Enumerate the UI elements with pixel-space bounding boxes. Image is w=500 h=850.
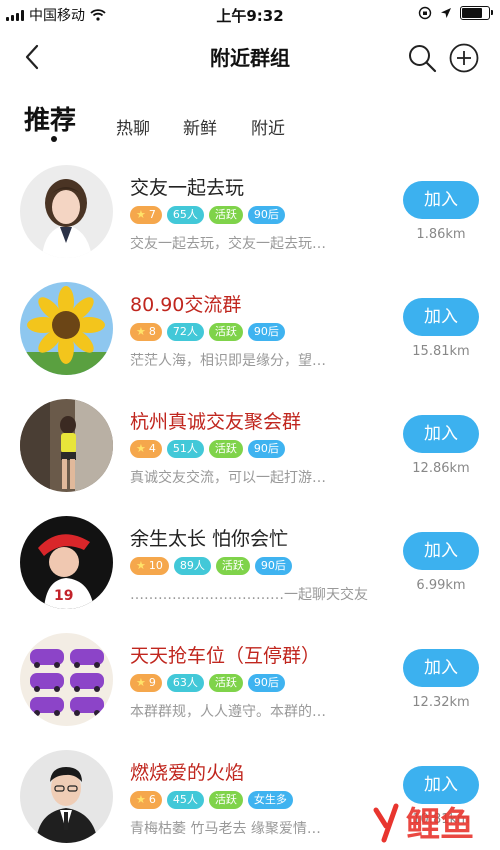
level-badge: ★ 10 [130,557,169,575]
list-item[interactable]: 19 余生太长 怕你会忙 ★ 10 89人 活跃 90后 ……………………………一… [0,506,500,623]
group-tags: ★ 6 45人 活跃 女生多 [130,791,293,809]
group-tag-badge: 90后 [247,323,285,341]
group-description: 青梅枯萎 竹马老去 缘聚爱情… [130,821,321,837]
active-tab-indicator [51,136,57,142]
group-tags: ★ 8 72人 活跃 90后 [130,323,285,341]
join-button[interactable]: 加入 [403,181,479,219]
search-icon [409,45,437,73]
member-count-badge: 89人 [173,557,211,575]
group-description: 真诚交友交流，可以一起打游… [130,470,326,486]
group-tags: ★ 10 89人 活跃 90后 [130,557,292,575]
distance-label: 6.99km [416,578,466,593]
level-value: 9 [148,676,156,689]
group-description: 交友一起去玩，交友一起去玩… [130,236,326,252]
member-count-badge: 63人 [166,674,204,692]
tab-nearby[interactable]: 附近 [251,114,285,139]
join-button[interactable]: 加入 [403,415,479,453]
watermark-logo: 鲤鱼 [368,796,500,846]
level-value: 10 [148,559,163,572]
group-name: 杭州真诚交友聚会群 [130,411,302,433]
tab-hot-chat[interactable]: 热聊 [116,114,150,139]
star-icon: ★ [136,442,146,455]
status-right [418,6,493,20]
activity-badge: 活跃 [208,674,243,692]
distance-label: 1.86km [416,227,466,242]
group-name: 80.90交流群 [130,294,242,316]
activity-badge: 活跃 [208,791,243,809]
level-badge: ★ 7 [130,206,162,224]
activity-badge: 活跃 [215,557,250,575]
level-value: 4 [148,442,156,455]
member-count-badge: 65人 [166,206,204,224]
svg-text:鲤鱼: 鲤鱼 [406,805,474,845]
status-bar: 中国移动 上午9:32 [0,0,500,28]
plus-circle-icon [449,43,479,73]
group-avatar [20,633,113,726]
nav-bar: 附近群组 [0,28,500,84]
join-button[interactable]: 加入 [403,649,479,687]
activity-badge: 活跃 [208,440,243,458]
distance-label: 12.86km [412,461,470,476]
group-tag-badge: 90后 [247,674,285,692]
tab-new[interactable]: 新鲜 [183,114,217,139]
group-tag-badge: 90后 [247,440,285,458]
group-description: 本群群规，人人遵守。本群的… [130,704,326,720]
search-button[interactable] [406,42,438,74]
star-icon: ★ [136,676,146,689]
level-value: 7 [148,208,156,221]
group-description: 茫茫人海，相识即是缘分，望… [130,353,326,369]
list-item[interactable]: 天天抢车位（互停群） ★ 9 63人 活跃 90后 本群群规，人人遵守。本群的… … [0,623,500,740]
member-count-badge: 51人 [166,440,204,458]
group-tags: ★ 7 65人 活跃 90后 [130,206,285,224]
star-icon: ★ [136,325,146,338]
group-description: ……………………………一起聊天交友 [130,587,368,603]
group-name: 燃烧爱的火焰 [130,762,245,784]
group-tag-badge: 90后 [254,557,292,575]
group-avatar [20,399,113,492]
group-avatar: 19 [20,516,113,609]
category-tabs: 推荐 热聊 新鲜 附近 [0,96,500,146]
chevron-left-icon [25,44,39,70]
svg-text:19: 19 [54,588,73,604]
join-button[interactable]: 加入 [403,298,479,336]
list-item[interactable]: 杭州真诚交友聚会群 ★ 4 51人 活跃 90后 真诚交友交流，可以一起打游… 加… [0,389,500,506]
star-icon: ★ [136,559,146,572]
level-badge: ★ 8 [130,323,162,341]
list-item[interactable]: 交友一起去玩 ★ 7 65人 活跃 90后 交友一起去玩，交友一起去玩… 加入 1… [0,155,500,272]
group-tag-badge: 90后 [247,206,285,224]
member-count-badge: 72人 [166,323,204,341]
star-icon: ★ [136,208,146,221]
group-avatar [20,165,113,258]
group-avatar [20,282,113,375]
group-name: 余生太长 怕你会忙 [130,528,289,550]
member-count-badge: 45人 [166,791,204,809]
battery-icon [460,6,493,20]
tab-recommended[interactable]: 推荐 [24,100,76,137]
create-group-button[interactable] [448,42,480,74]
orientation-lock-icon [418,6,432,20]
group-name: 交友一起去玩 [130,177,245,199]
back-button[interactable] [18,42,48,72]
distance-label: 15.81km [412,344,470,359]
level-badge: ★ 6 [130,791,162,809]
level-value: 6 [148,793,156,806]
list-item[interactable]: 80.90交流群 ★ 8 72人 活跃 90后 茫茫人海，相识即是缘分，望… 加入… [0,272,500,389]
level-badge: ★ 9 [130,674,162,692]
level-badge: ★ 4 [130,440,162,458]
group-tags: ★ 9 63人 活跃 90后 [130,674,285,692]
distance-label: 12.32km [412,695,470,710]
activity-badge: 活跃 [208,323,243,341]
battery-level [462,8,483,18]
group-tags: ★ 4 51人 活跃 90后 [130,440,285,458]
group-avatar [20,750,113,843]
group-name: 天天抢车位（互停群） [130,645,321,667]
activity-badge: 活跃 [208,206,243,224]
group-tag-badge: 女生多 [247,791,293,809]
join-button[interactable]: 加入 [403,532,479,570]
star-icon: ★ [136,793,146,806]
level-value: 8 [148,325,156,338]
location-icon [441,8,451,18]
